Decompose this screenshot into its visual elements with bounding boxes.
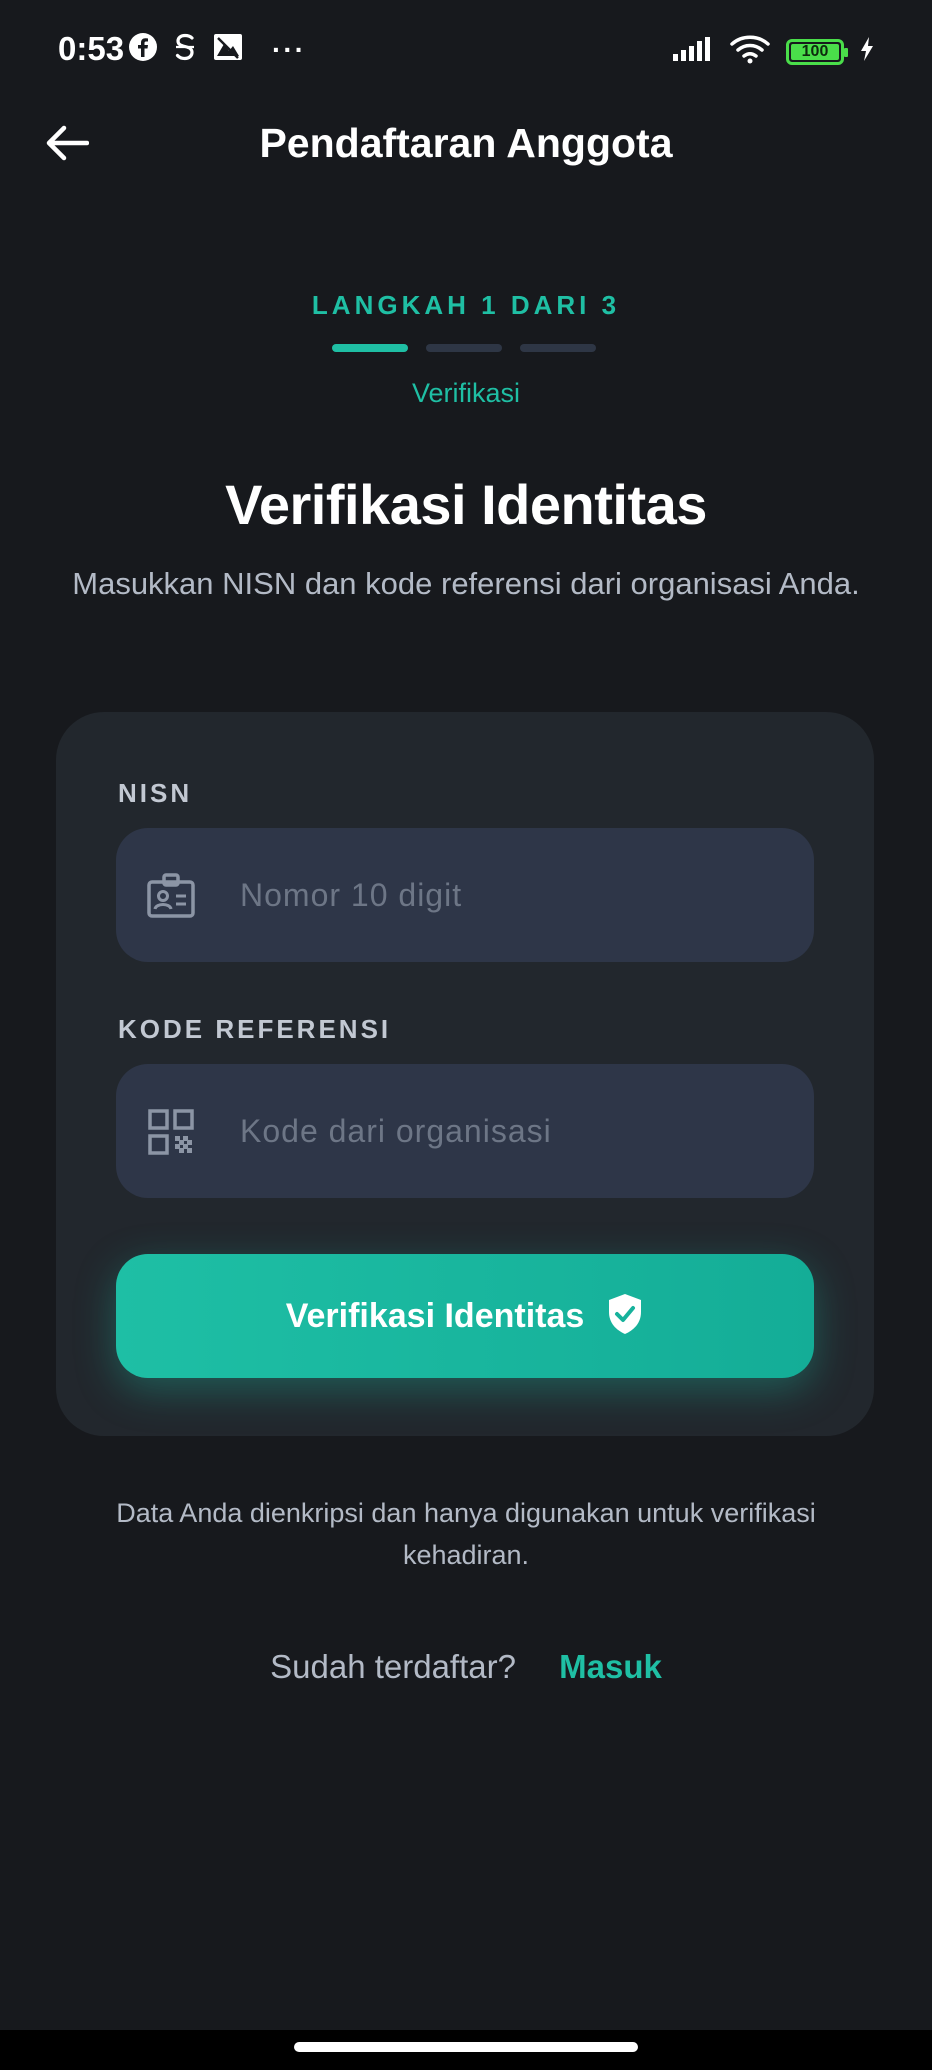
nisn-input-box[interactable] [116, 828, 814, 962]
page-subtitle: Masukkan NISN dan kode referensi dari or… [72, 566, 860, 601]
nisn-input[interactable] [240, 828, 790, 962]
more-notifications-icon: ··· [272, 33, 306, 65]
referral-code-input-box[interactable] [116, 1064, 814, 1198]
wifi-icon [730, 34, 770, 69]
status-time: 0:53 [58, 30, 125, 67]
charging-icon [860, 36, 874, 67]
step-counter: LANGKAH 1 DARI 3 [311, 290, 621, 320]
app-header: Pendaftaran Anggota [0, 102, 932, 186]
referral-code-label: KODE REFERENSI [118, 1014, 392, 1044]
page-title: Verifikasi Identitas [225, 473, 707, 536]
nisn-label: NISN [118, 778, 193, 808]
battery-icon: 100 [786, 38, 848, 65]
privacy-note: Data Anda dienkripsi dan hanya digunakan… [116, 1498, 816, 1570]
login-link[interactable]: Masuk [559, 1648, 662, 1685]
referral-code-input[interactable] [240, 1064, 790, 1198]
facebook-icon [128, 32, 158, 67]
s-app-icon [172, 32, 198, 67]
header-title: Pendaftaran Anggota [259, 120, 673, 166]
step-progress [332, 344, 596, 352]
login-prompt: Sudah terdaftar? Masuk [0, 1648, 932, 1686]
signal-icon [672, 36, 714, 67]
status-notification-icons: ··· [128, 32, 306, 67]
verification-form-card: NISN KODE REFERENSI [56, 712, 874, 1436]
step-segment-3 [520, 344, 596, 352]
battery-percentage: 100 [801, 42, 829, 60]
step-segment-2 [426, 344, 502, 352]
status-system-icons: 100 [672, 34, 874, 69]
qr-code-icon [146, 1107, 196, 1157]
system-navigation-bar [0, 2030, 932, 2070]
verify-identity-button[interactable]: Verifikasi Identitas [116, 1254, 814, 1378]
status-bar: 0:53 ··· 100 [0, 0, 932, 102]
step-name: Verifikasi [411, 378, 521, 408]
image-app-icon [212, 32, 244, 67]
login-question: Sudah terdaftar? [270, 1648, 516, 1685]
home-indicator[interactable] [294, 2042, 638, 2052]
step-segment-1 [332, 344, 408, 352]
id-card-icon [146, 871, 196, 921]
shield-check-icon [606, 1292, 644, 1341]
verify-identity-button-label: Verifikasi Identitas [285, 1296, 585, 1335]
